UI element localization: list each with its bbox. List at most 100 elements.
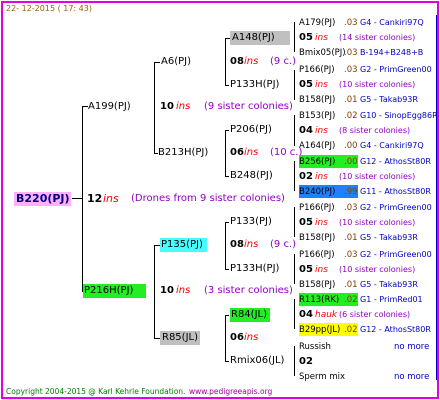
gen1-note: (9 sister colonies) <box>204 101 293 112</box>
gen4-line: G4 - Cankiri97Q <box>360 141 424 150</box>
gen3-queen-id[interactable]: R84(JL) <box>231 309 267 321</box>
gen4-line: G1 - PrimRed01 <box>360 295 423 304</box>
gen2-ins: ins <box>244 56 259 67</box>
gen4-line: G10 - SinopEgg86R <box>360 111 438 120</box>
gen4-note: (10 sister colonies) <box>339 80 416 89</box>
gen4-year: 04 <box>299 309 313 320</box>
gen2-note: (9 c.) <box>270 56 297 67</box>
right-border-line <box>436 15 437 380</box>
connector <box>154 62 155 153</box>
gen4-ins: ins <box>315 172 328 182</box>
gen4-year-code: .02 <box>344 295 358 305</box>
gen3-queen-id[interactable]: B248(PJ) <box>230 170 273 182</box>
gen4-note: (10 sister colonies) <box>339 218 416 227</box>
gen4-queen-id[interactable]: R113(RK) <box>299 294 339 306</box>
gen4-year-code: .00 <box>344 141 358 151</box>
gen4-queen-id[interactable]: B158(PJ) <box>299 232 335 244</box>
gen4-queen-id[interactable]: B158(PJ) <box>299 94 335 106</box>
gen4-line: G2 - PrimGreen00 <box>360 203 432 212</box>
connector <box>294 161 295 191</box>
gen4-queen-id[interactable]: Russish <box>299 341 331 353</box>
date-stamp: 22- 12-2015 ( 17: 43) <box>6 4 92 13</box>
gen4-year-code: .03 <box>344 65 358 75</box>
gen4-year-code: .03 <box>344 48 358 58</box>
gen4-year: 05 <box>299 32 313 43</box>
gen2-queen-id[interactable]: R85(JL) <box>162 332 198 344</box>
connector <box>225 361 229 362</box>
gen4-year-code: .00 <box>344 157 358 167</box>
gen4-queen-id[interactable]: P166(PJ) <box>299 249 335 261</box>
gen4-line: B-194+B248+B <box>360 48 424 57</box>
gen4-ins: hauk <box>315 310 338 320</box>
gen4-year-code: .01 <box>344 280 358 290</box>
gen4-line: G11 - AthosSt80R <box>360 187 431 196</box>
pedigree-canvas: 22- 12-2015 ( 17: 43) Copyright 2004-201… <box>3 3 438 397</box>
gen4-line: G12 - AthosSt80R <box>360 157 431 166</box>
gen4-year-code: .99 <box>344 187 358 197</box>
gen4-queen-id[interactable]: B153(PJ) <box>299 110 335 122</box>
gen4-queen-id[interactable]: P166(PJ) <box>299 202 335 214</box>
gen2-note: (9 c.) <box>270 239 297 250</box>
connector <box>294 346 295 376</box>
gen2-queen-id[interactable]: A6(PJ) <box>161 56 191 68</box>
gen4-year: 02 <box>299 171 313 182</box>
gen4-line: G5 - Takab93R <box>360 95 418 104</box>
gen1-queen-id[interactable]: P216H(PJ) <box>84 285 133 297</box>
gen4-line: G2 - PrimGreen00 <box>360 250 432 259</box>
connector <box>225 130 229 131</box>
gen3-queen-id[interactable]: A148(PJ) <box>232 32 275 44</box>
gen2-ins: ins <box>244 332 259 343</box>
gen4-line: G2 - PrimGreen00 <box>360 65 432 74</box>
gen4-year: 02 <box>299 356 313 367</box>
gen1-queen-id[interactable]: A199(PJ) <box>88 101 131 113</box>
gen3-queen-id[interactable]: P133(PJ) <box>230 216 272 228</box>
gen4-note: (10 sister colonies) <box>339 265 416 274</box>
gen2-queen-id[interactable]: P135(PJ) <box>161 239 203 251</box>
connector <box>294 70 295 100</box>
gen1-ins: ins <box>176 101 191 112</box>
gen4-queen-id[interactable]: B158(PJ) <box>299 279 335 291</box>
gen3-queen-id[interactable]: P206(PJ) <box>230 124 272 136</box>
connector <box>225 176 229 177</box>
gen4-queen-id[interactable]: P166(PJ) <box>299 64 335 76</box>
gen4-queen-id[interactable]: Bmix05(PJ) <box>299 47 346 59</box>
gen4-line: G5 - Takab93R <box>360 280 418 289</box>
connector <box>225 38 226 85</box>
gen4-queen-id[interactable]: A164(PJ) <box>299 140 335 152</box>
gen4-line: no more <box>394 372 430 382</box>
gen4-year: 05 <box>299 264 313 275</box>
gen2-year: 08 <box>230 239 244 250</box>
gen3-queen-id[interactable]: P133H(PJ) <box>230 263 279 275</box>
gen2-year: 08 <box>230 56 244 67</box>
connector <box>294 254 295 284</box>
site-link[interactable]: www.pedigreeapis.org <box>189 386 272 397</box>
gen4-queen-id[interactable]: B240(PJ) <box>299 186 335 198</box>
connector <box>225 85 229 86</box>
connector <box>225 269 229 270</box>
gen4-line: G12 - AthosSt80R <box>360 325 431 334</box>
gen4-queen-id[interactable]: Sperm mix <box>299 371 345 383</box>
gen4-note: (10 sister colonies) <box>339 172 416 181</box>
gen1-year: 10 <box>160 101 174 112</box>
connector <box>294 207 295 237</box>
gen2-queen-id[interactable]: B213H(PJ) <box>158 147 208 159</box>
gen2-note: (10 c.) <box>270 147 303 158</box>
gen4-year-code: .02 <box>344 111 358 121</box>
gen4-queen-id[interactable]: A179(PJ) <box>299 17 335 29</box>
gen4-year: 05 <box>299 79 313 90</box>
connector <box>154 62 160 63</box>
connector <box>72 198 82 199</box>
gen3-queen-id[interactable]: P133H(PJ) <box>230 79 279 91</box>
gen2-ins: ins <box>244 239 259 250</box>
gen4-year-code: .03 <box>344 203 358 213</box>
gen4-queen-id[interactable]: B256(PJ) <box>299 156 335 168</box>
root-queen-id[interactable]: B220(PJ) <box>16 193 70 205</box>
gen4-line: no more <box>394 342 430 352</box>
gen4-year: 04 <box>299 125 313 136</box>
gen3-queen-id[interactable]: Rmix06(JL) <box>230 355 284 367</box>
connector <box>225 222 229 223</box>
gen4-queen-id[interactable]: B29pp(JL) <box>299 324 340 336</box>
gen4-ins: ins <box>315 33 328 43</box>
root-note: (Drones from 9 sister colonies) <box>131 193 285 204</box>
connector <box>294 299 295 329</box>
